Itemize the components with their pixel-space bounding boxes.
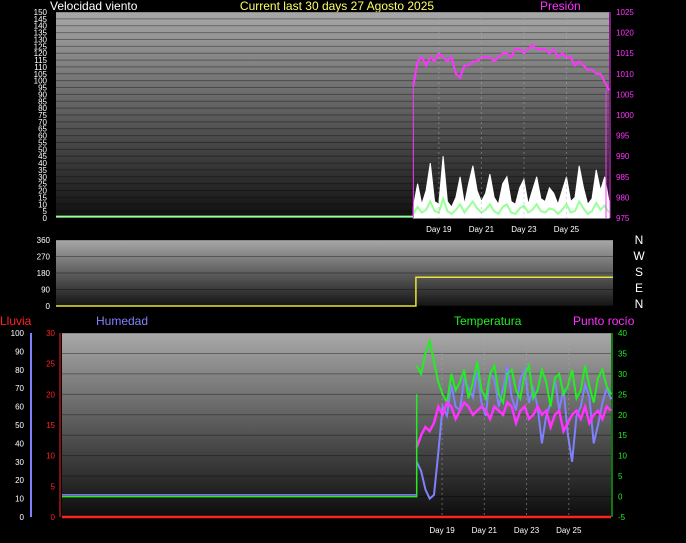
tick-label: 80: [15, 366, 24, 375]
tick-label: 10: [46, 452, 55, 461]
dew-point-label: Punto rocío: [573, 314, 635, 328]
tick-label: 20: [15, 476, 24, 485]
temperature-axis: -5 0 5 10 15 20 25 30 35 40: [618, 329, 627, 522]
x-tick-label: Day 25: [554, 225, 580, 234]
wind-pressure-panel: 0510152025303540455055606570758085909510…: [34, 8, 635, 234]
tick-label: 985: [616, 173, 630, 182]
tick-label: 90: [15, 347, 24, 356]
tick-label: 5: [618, 472, 623, 481]
compass-letter: N: [635, 233, 644, 247]
tick-label: 40: [15, 439, 24, 448]
tick-label: 40: [618, 329, 627, 338]
tick-label: 150: [34, 8, 48, 17]
tick-label: 30: [46, 329, 55, 338]
tick-label: 0: [46, 302, 51, 311]
x-tick-label: Day 23: [514, 526, 540, 535]
compass-labels: N W S E N: [633, 233, 645, 311]
chart-title: Current last 30 days 27 Agosto 2025: [240, 0, 434, 13]
tick-label: 15: [46, 421, 55, 430]
tick-label: 1025: [616, 8, 634, 17]
tick-label: 50: [15, 421, 24, 430]
tick-label: 995: [616, 132, 630, 141]
wind-axis: 0510152025303540455055606570758085909510…: [34, 8, 48, 223]
weather-graph: Velocidad viento Current last 30 days 27…: [0, 0, 646, 535]
humidity-label: Humedad: [96, 314, 148, 328]
tick-label: 25: [46, 360, 55, 369]
compass-letter: E: [635, 281, 643, 295]
compass-letter: S: [635, 265, 643, 279]
tick-label: 180: [37, 269, 51, 278]
tick-label: 10: [15, 495, 24, 504]
compass-letter: W: [633, 249, 645, 263]
tick-label: 1015: [616, 49, 634, 58]
tick-label: 1005: [616, 90, 634, 99]
wind-speed-label: Velocidad viento: [50, 0, 138, 13]
x-tick-label: Day 25: [556, 526, 582, 535]
tick-label: 1020: [616, 29, 634, 38]
tick-label: 0: [51, 513, 56, 522]
tick-label: 60: [15, 403, 24, 412]
tick-label: 20: [618, 411, 627, 420]
tick-label: 360: [37, 236, 51, 245]
x-tick-label: Day 21: [472, 526, 498, 535]
tick-label: 100: [11, 329, 25, 338]
tick-label: 0: [618, 493, 623, 502]
tick-label: 1010: [616, 70, 634, 79]
tick-label: 0: [20, 513, 25, 522]
wind-direction-panel: 0 90 180 270 360 N W S E N: [37, 233, 646, 311]
pressure-label: Presión: [540, 0, 581, 13]
rain-label: Lluvia: [0, 314, 32, 328]
tick-label: 35: [618, 349, 627, 358]
tick-label: 15: [618, 431, 627, 440]
rain-axis: 0 5 10 15 20 25 30: [46, 329, 55, 522]
tick-label: 70: [15, 384, 24, 393]
tick-label: 25: [618, 390, 627, 399]
x-tick-label: Day 19: [426, 225, 452, 234]
direction-axis: 0 90 180 270 360: [37, 236, 51, 311]
temperature-humidity-panel: 0 10 20 30 40 50 60 70 80 90 100 0 5 10 15 20 25 30 -5 0 5…: [11, 329, 628, 535]
tick-label: 975: [616, 214, 630, 223]
tick-label: 90: [41, 286, 50, 295]
tick-label: 10: [618, 452, 627, 461]
plot-background: [62, 333, 611, 517]
tick-label: 980: [616, 193, 630, 202]
tick-label: 270: [37, 253, 51, 262]
compass-letter: N: [635, 297, 644, 311]
tick-label: 30: [15, 458, 24, 467]
tick-label: 5: [51, 482, 56, 491]
temperature-label: Temperatura: [454, 314, 522, 328]
pressure-axis: 975 980 985 990 995 1000 1005 1010 1015 1020 1025: [616, 8, 634, 223]
x-tick-label: Day 23: [511, 225, 537, 234]
tick-label: 30: [618, 370, 627, 379]
humidity-axis: 0 10 20 30 40 50 60 70 80 90 100: [11, 329, 25, 522]
tick-label: 990: [616, 152, 630, 161]
tick-label: 1000: [616, 111, 634, 120]
x-tick-label: Day 21: [469, 225, 495, 234]
tick-label: 20: [46, 390, 55, 399]
tick-label: -5: [618, 513, 626, 522]
x-tick-label: Day 19: [429, 526, 455, 535]
